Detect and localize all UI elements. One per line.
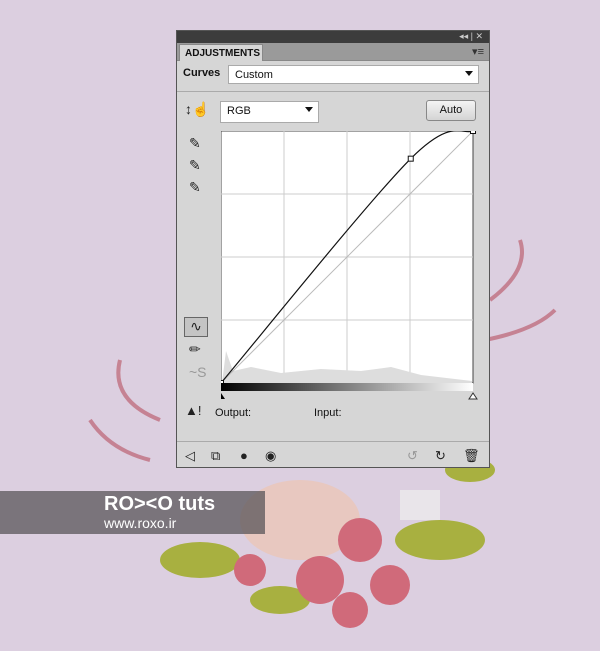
curve-point-tool-icon[interactable]: ∿ bbox=[184, 317, 208, 337]
adjustments-panel: ◂◂ | ✕ ADJUSTMENTS ▾≡ Curves Custom ↕☝ R… bbox=[176, 30, 490, 468]
adjustment-label: Curves bbox=[183, 67, 221, 79]
watermark-brand: RO><O tuts bbox=[104, 493, 216, 515]
input-label: Input: bbox=[314, 407, 342, 419]
black-slider-icon[interactable] bbox=[221, 393, 225, 399]
reset-icon[interactable]: ↻ bbox=[435, 448, 446, 464]
clipping-warning-icon[interactable]: ▲! bbox=[185, 403, 201, 418]
eye-icon[interactable]: ◉ bbox=[265, 448, 276, 464]
smooth-icon[interactable]: ~S bbox=[189, 364, 207, 380]
curves-graph[interactable] bbox=[221, 131, 481, 403]
layer-mask-icon[interactable]: ● bbox=[240, 448, 248, 463]
watermark: RO><O tuts www.roxo.ir bbox=[0, 491, 265, 534]
close-icon[interactable]: ✕ bbox=[475, 31, 483, 41]
white-point-eyedropper-icon[interactable]: ✎ bbox=[189, 179, 201, 196]
panel-menu-icon[interactable]: ▾≡ bbox=[472, 45, 484, 58]
black-point-eyedropper-icon[interactable]: ✎ bbox=[189, 135, 201, 152]
curve-control-point[interactable] bbox=[407, 155, 414, 162]
back-arrow-icon[interactable]: ◁ bbox=[185, 448, 195, 464]
on-image-adjust-icon[interactable]: ↕☝ bbox=[185, 101, 209, 118]
channel-value: RGB bbox=[227, 105, 251, 117]
bottom-toolbar: ◁ ⧉ ● ◉ ↺ ↻ 🗑 bbox=[177, 441, 489, 468]
output-label: Output: bbox=[215, 407, 252, 419]
clip-to-layer-icon[interactable]: ⧉ bbox=[211, 448, 220, 464]
panel-titlebar: ◂◂ | ✕ bbox=[177, 31, 489, 43]
channel-dropdown[interactable]: RGB bbox=[220, 101, 319, 123]
gray-point-eyedropper-icon[interactable]: ✎ bbox=[189, 157, 201, 174]
gradient-bar bbox=[221, 383, 473, 391]
chevron-down-icon bbox=[465, 71, 473, 76]
watermark-url: www.roxo.ir bbox=[104, 515, 177, 531]
pencil-icon[interactable]: ✏ bbox=[189, 341, 201, 358]
white-slider-icon[interactable] bbox=[468, 392, 478, 400]
auto-button[interactable]: Auto bbox=[426, 100, 476, 121]
preset-dropdown[interactable]: Custom bbox=[228, 65, 479, 84]
divider bbox=[177, 91, 489, 92]
tab-adjustments[interactable]: ADJUSTMENTS bbox=[179, 44, 263, 61]
trash-icon[interactable]: 🗑 bbox=[463, 448, 480, 464]
preset-value: Custom bbox=[235, 69, 273, 81]
chevron-down-icon bbox=[305, 107, 313, 112]
tab-row: ADJUSTMENTS ▾≡ bbox=[177, 43, 489, 61]
view-previous-icon[interactable]: ↺ bbox=[407, 448, 418, 464]
double-chevron-icon[interactable]: ◂◂ bbox=[459, 31, 468, 41]
curve-control-point[interactable] bbox=[470, 131, 476, 134]
